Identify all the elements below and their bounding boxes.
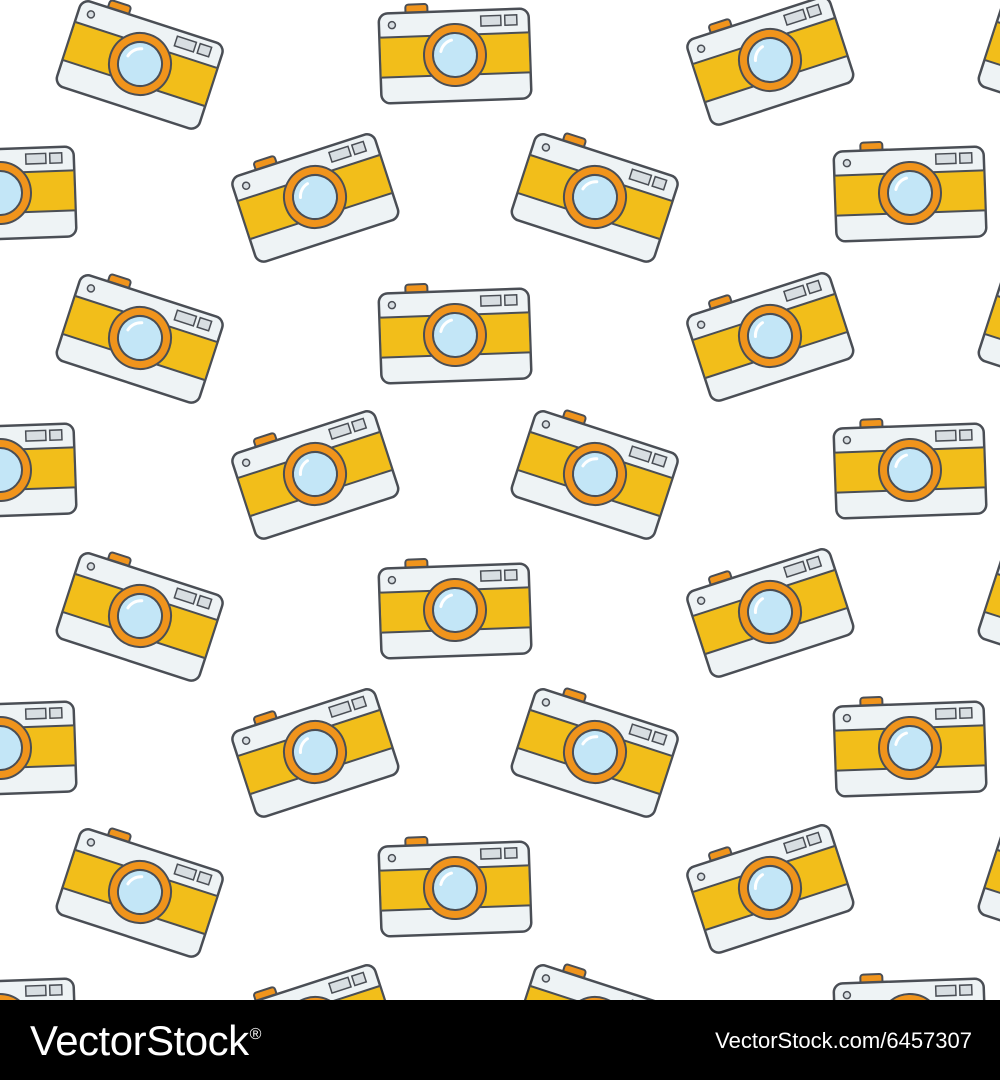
camera-pattern-canvas <box>0 0 1000 1000</box>
image-credit: VectorStock.com/6457307 <box>715 1028 972 1053</box>
camera-icon <box>510 409 679 540</box>
camera-icon <box>0 422 78 520</box>
camera-icon <box>231 133 400 263</box>
camera-icon <box>377 836 533 938</box>
camera-icon <box>55 273 224 404</box>
camera-icon <box>977 274 1000 404</box>
camera-icon <box>832 696 988 798</box>
camera-icon <box>686 548 855 678</box>
camera-icon <box>977 828 1000 958</box>
camera-icon <box>977 552 1000 682</box>
camera-icon <box>0 145 78 243</box>
camera-pattern <box>0 0 1000 1000</box>
camera-icon <box>686 0 855 126</box>
camera-icon <box>55 0 224 130</box>
camera-icon <box>686 272 855 402</box>
registered-mark: ® <box>249 1026 262 1043</box>
camera-icon <box>832 418 988 520</box>
vectorstock-logo: VectorStock® <box>30 1013 261 1069</box>
camera-icon <box>231 410 400 540</box>
camera-icon <box>977 0 1000 130</box>
camera-icon <box>377 3 533 105</box>
camera-icon <box>686 824 855 954</box>
camera-icon <box>510 687 679 818</box>
camera-icon <box>231 964 400 1000</box>
camera-icon <box>0 977 78 1000</box>
camera-icon <box>377 283 533 385</box>
camera-icon <box>55 827 224 958</box>
camera-icon <box>832 973 988 1000</box>
camera-icon <box>510 963 679 1000</box>
camera-icon <box>0 700 78 798</box>
camera-icon <box>377 558 533 660</box>
brand-name: VectorStock <box>30 1017 249 1064</box>
camera-icon <box>832 141 988 243</box>
camera-icon <box>231 688 400 818</box>
watermark-bar: VectorStock® VectorStock.com/6457307 <box>0 1000 1000 1080</box>
camera-icon <box>55 551 224 682</box>
camera-icon <box>510 132 679 263</box>
